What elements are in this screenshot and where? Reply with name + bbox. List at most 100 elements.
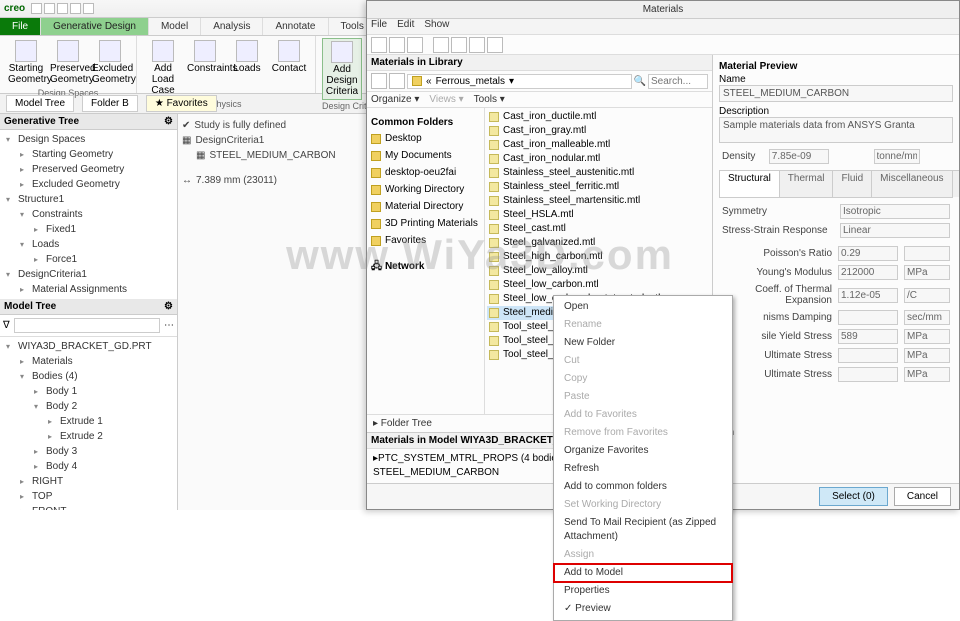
select-button[interactable]: Select (0)	[819, 487, 888, 506]
folder-item[interactable]: My Documents	[371, 147, 480, 164]
nav-back-icon[interactable]	[371, 73, 387, 89]
prop-value[interactable]	[838, 246, 898, 261]
subtab-folder[interactable]: Folder B	[82, 95, 138, 112]
loads-button[interactable]: Loads	[227, 38, 267, 98]
material-file[interactable]: Stainless_steel_austenitic.mtl	[487, 166, 710, 180]
material-file[interactable]: Stainless_steel_ferritic.mtl	[487, 180, 710, 194]
contact-button[interactable]: Contact	[269, 38, 309, 98]
prop-unit[interactable]	[904, 288, 950, 303]
prop-unit[interactable]	[904, 348, 950, 363]
prop-unit[interactable]	[904, 265, 950, 280]
tab-misc[interactable]: Miscellaneous	[871, 170, 952, 197]
material-file[interactable]: Cast_iron_gray.mtl	[487, 124, 710, 138]
density-input[interactable]	[769, 149, 829, 164]
material-file[interactable]: Steel_galvanized.mtl	[487, 236, 710, 250]
qat-new-icon[interactable]	[31, 3, 42, 14]
material-file[interactable]: Steel_high_carbon.mtl	[487, 250, 710, 264]
add-design-criteria-button[interactable]: Add Design Criteria	[322, 38, 362, 100]
toolbar-save-icon[interactable]	[389, 37, 405, 53]
tab-model[interactable]: Model	[149, 18, 201, 35]
tab-structural[interactable]: Structural	[719, 170, 780, 197]
tools-menu[interactable]: Tools ▾	[474, 94, 505, 105]
qat-undo-icon[interactable]	[70, 3, 81, 14]
folder-item[interactable]: Material Directory	[371, 198, 480, 215]
tab-appearance[interactable]: Appearance	[952, 170, 959, 197]
material-file[interactable]: Cast_iron_nodular.mtl	[487, 152, 710, 166]
tab-file[interactable]: File	[0, 18, 41, 35]
material-item[interactable]: ▦ STEEL_MEDIUM_CARBON	[182, 148, 368, 163]
material-file[interactable]: Stainless_steel_martensitic.mtl	[487, 194, 710, 208]
prop-value[interactable]	[838, 348, 898, 363]
search-input[interactable]	[648, 74, 708, 89]
prop-value[interactable]	[838, 310, 898, 325]
tab-thermal[interactable]: Thermal	[779, 170, 834, 197]
excluded-geometry-button[interactable]: Excluded Geometry	[90, 38, 130, 87]
ctx-preview[interactable]: Preview	[554, 600, 732, 618]
material-file[interactable]: Steel_cast.mtl	[487, 222, 710, 236]
material-file[interactable]: Steel_low_alloy.mtl	[487, 264, 710, 278]
design-criteria-item[interactable]: ▦ DesignCriteria1	[182, 133, 368, 148]
ctx-new-folder[interactable]: New Folder	[554, 334, 732, 352]
density-unit[interactable]	[874, 149, 920, 164]
views-menu[interactable]: Views ▾	[429, 94, 463, 105]
constraints-button[interactable]: Constraints	[185, 38, 225, 98]
material-file[interactable]: Steel_low_carbon.mtl	[487, 278, 710, 292]
ctx-refresh[interactable]: Refresh	[554, 460, 732, 478]
qat-open-icon[interactable]	[44, 3, 55, 14]
tab-annotate[interactable]: Annotate	[263, 18, 328, 35]
prop-unit[interactable]	[904, 367, 950, 382]
tab-fluid[interactable]: Fluid	[832, 170, 872, 197]
subtab-favorites[interactable]: ★ Favorites	[146, 95, 217, 112]
ctx-open[interactable]: Open	[554, 298, 732, 316]
material-file[interactable]: Cast_iron_ductile.mtl	[487, 110, 710, 124]
ctx-organize-favorites[interactable]: Organize Favorites	[554, 442, 732, 460]
toolbar-remove-icon[interactable]	[451, 37, 467, 53]
nav-fwd-icon[interactable]	[389, 73, 405, 89]
prop-value[interactable]	[838, 329, 898, 344]
preserved-geometry-button[interactable]: Preserved Geometry	[48, 38, 88, 87]
folder-item[interactable]: Working Directory	[371, 181, 480, 198]
panel-gear-icon[interactable]: ⚙	[164, 116, 173, 127]
prop-value[interactable]	[838, 265, 898, 280]
toolbar-saveas-icon[interactable]	[407, 37, 423, 53]
prop-unit[interactable]	[904, 310, 950, 325]
prop-unit[interactable]	[904, 329, 950, 344]
material-file[interactable]: Steel_HSLA.mtl	[487, 208, 710, 222]
add-load-case-button[interactable]: Add Load Case	[143, 38, 183, 98]
prop-value[interactable]	[838, 288, 898, 303]
toolbar-assign-icon[interactable]	[433, 37, 449, 53]
cancel-button[interactable]: Cancel	[894, 487, 951, 506]
starting-geometry-button[interactable]: Starting Geometry	[6, 38, 46, 87]
tab-analysis[interactable]: Analysis	[201, 18, 263, 35]
filter-settings-icon[interactable]: ⋯	[164, 320, 174, 331]
folder-item[interactable]: Desktop	[371, 130, 480, 147]
qat-save-icon[interactable]	[57, 3, 68, 14]
menu-file[interactable]: File	[371, 19, 387, 34]
ctx-properties[interactable]: Properties	[554, 582, 732, 600]
ctx-add-to-model[interactable]: Add to Model	[554, 564, 732, 582]
toolbar-new-icon[interactable]	[371, 37, 387, 53]
folder-item[interactable]: Favorites	[371, 232, 480, 249]
generative-tree[interactable]: Design Spaces Starting Geometry Preserve…	[0, 130, 177, 299]
subtab-model-tree[interactable]: Model Tree	[6, 95, 74, 112]
folder-item[interactable]: desktop-oeu2fai	[371, 164, 480, 181]
folder-item[interactable]: 3D Printing Materials	[371, 215, 480, 232]
tab-generative-design[interactable]: Generative Design	[41, 18, 149, 35]
tree-filter-input[interactable]	[14, 318, 160, 333]
toolbar-preview-icon[interactable]	[487, 37, 503, 53]
breadcrumb[interactable]: « Ferrous_metals ▾	[407, 74, 632, 89]
network-label[interactable]: 🖧 Network	[371, 259, 480, 274]
organize-menu[interactable]: Organize ▾	[371, 94, 419, 105]
menu-show[interactable]: Show	[424, 19, 449, 34]
model-tree[interactable]: WIYA3D_BRACKET_GD.PRT Materials Bodies (…	[0, 337, 177, 510]
ctx-send-to-mail-recipient-as-zipped-attachment-[interactable]: Send To Mail Recipient (as Zipped Attach…	[554, 514, 732, 546]
ssr-select[interactable]	[840, 223, 950, 238]
prop-unit[interactable]	[904, 246, 950, 261]
menu-edit[interactable]: Edit	[397, 19, 414, 34]
material-file[interactable]: Cast_iron_malleable.mtl	[487, 138, 710, 152]
ctx-add-to-common-folders[interactable]: Add to common folders	[554, 478, 732, 496]
panel-gear-icon[interactable]: ⚙	[164, 301, 173, 312]
symmetry-select[interactable]	[840, 204, 950, 219]
prop-value[interactable]	[838, 367, 898, 382]
qat-redo-icon[interactable]	[83, 3, 94, 14]
